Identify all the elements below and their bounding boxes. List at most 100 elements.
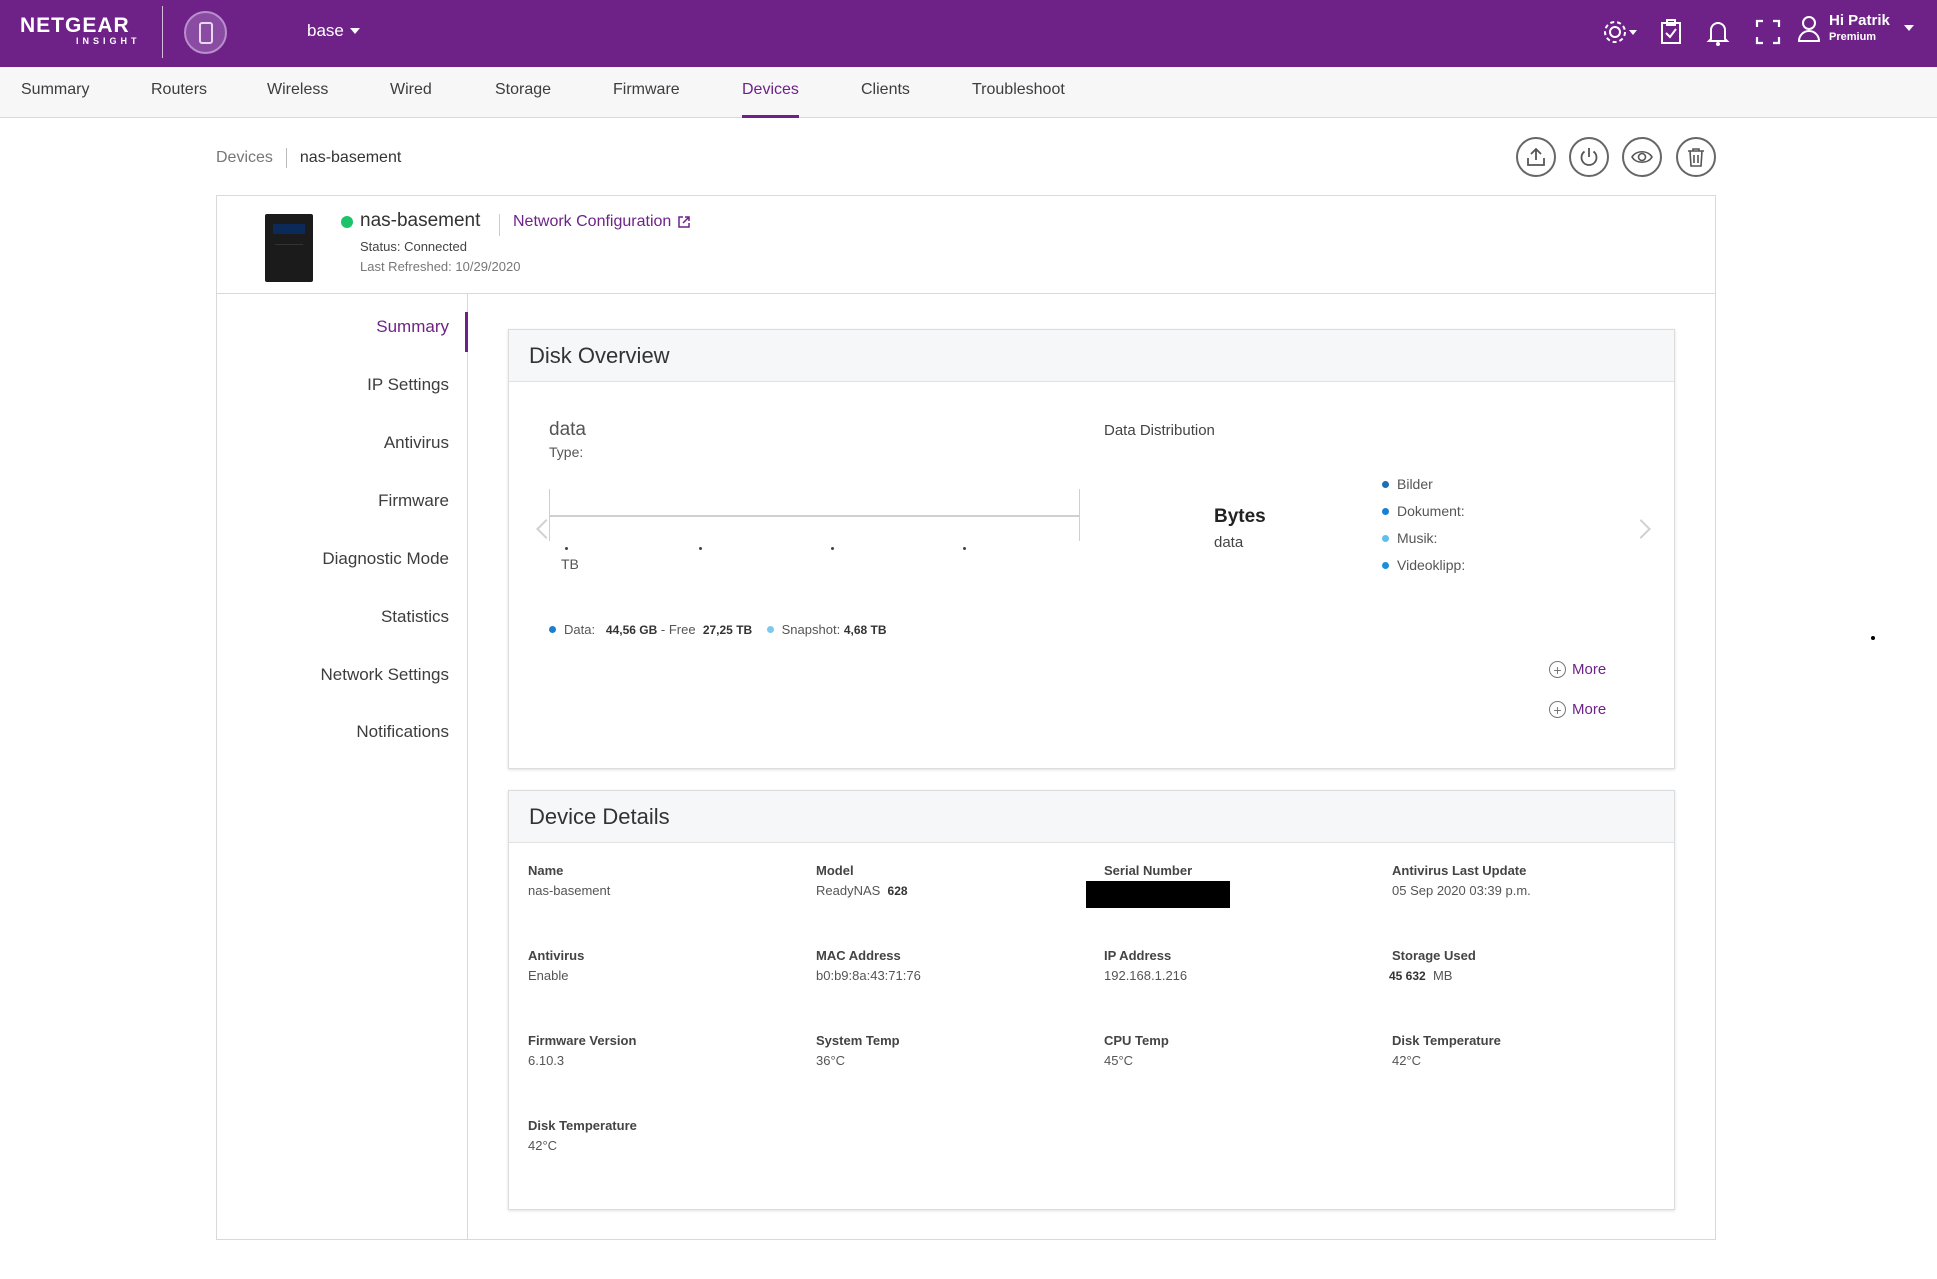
detail-value-storage: 45 632 MB [1389,968,1452,983]
chevron-right-icon[interactable] [1631,519,1651,539]
delete-button[interactable] [1676,137,1716,177]
trash-icon [1688,148,1704,167]
volume-type-label: Type: [549,444,584,460]
more-button[interactable]: + More [1549,701,1606,718]
breadcrumb-devices-link[interactable]: Devices [216,149,273,167]
data-label: Data: [564,622,596,637]
header-divider [499,214,500,236]
device-header: nas-basement Network Configuration Statu… [217,196,1715,294]
detail-label-ip: IP Address [1104,948,1172,963]
tab-storage[interactable]: Storage [495,81,551,118]
user-greeting: Hi Patrik [1829,12,1890,29]
chevron-left-icon[interactable] [536,519,556,539]
fullscreen-icon[interactable] [1755,17,1781,47]
detail-label-storage: Storage Used [1392,948,1476,963]
model-number: 628 [887,884,908,898]
detail-value-name: nas-basement [528,883,611,898]
detail-label-av-update: Antivirus Last Update [1392,863,1527,878]
plus-circle-icon: + [1549,661,1566,678]
side-item-statistics[interactable]: Statistics [381,607,449,627]
side-item-notifications[interactable]: Notifications [356,722,449,742]
tab-devices[interactable]: Devices [742,81,799,118]
plus-circle-icon: + [1549,701,1566,718]
legend-dot [1382,534,1389,542]
user-icon [1797,15,1821,42]
disk-overview-title: Disk Overview [509,330,1674,382]
netgear-insight-logo[interactable]: NETGEAR INSIGHT [20,14,141,46]
more-label: More [1572,701,1607,718]
active-indicator [465,312,468,352]
external-link-icon [678,216,691,228]
detail-value-system-temp: 36°C [816,1053,846,1068]
detail-label-cpu-temp: CPU Temp [1104,1033,1169,1048]
breadcrumb-current: nas-basement [299,149,402,166]
device-status: Status: Connected [360,239,467,254]
legend-label: Musik: [1397,530,1438,546]
legend-item: Bilder [1382,476,1433,492]
gear-icon[interactable] [1602,17,1638,47]
axis-tick [831,547,834,550]
legend-item: Videoklipp: [1382,557,1465,573]
legend-label: Dokument: [1397,503,1465,519]
network-configuration-link[interactable]: Network Configuration [513,213,691,231]
tab-routers[interactable]: Routers [151,81,207,118]
disk-overview-card: Disk Overview data Type: TB Data: 44,56 … [508,329,1675,769]
side-item-diagnostic-mode[interactable]: Diagnostic Mode [322,549,449,569]
detail-value-disk-temp: 42°C [1392,1053,1422,1068]
side-item-ip-settings[interactable]: IP Settings [367,375,449,395]
breadcrumb-separator [285,148,287,168]
network-configuration-label: Network Configuration [513,213,672,230]
device-details-title: Device Details [509,791,1674,843]
user-tier: Premium [1829,31,1877,43]
brand-name: NETGEAR [20,14,130,37]
snapshot-label: Snapshot: [781,622,841,637]
last-refreshed: Last Refreshed: 10/29/2020 [360,259,521,274]
serial-redaction [1086,881,1230,908]
chevron-down-icon [349,28,360,34]
free-value: 27,25 TB [702,622,753,637]
tab-summary[interactable]: Summary [21,81,89,118]
usage-bar-axis [549,515,1079,517]
chevron-down-icon [1903,24,1914,31]
side-item-antivirus[interactable]: Antivirus [384,433,449,453]
data-value: 44,56 GB [605,622,658,637]
side-item-summary[interactable]: Summary [376,317,449,337]
usage-legend: Data: 44,56 GB - Free 27,25 TB Snapshot:… [549,622,887,637]
status-online-dot [341,216,353,228]
distribution-center-title: Bytes [1214,506,1266,527]
side-item-network-settings[interactable]: Network Settings [321,665,450,685]
free-label: - Free [660,622,696,637]
distribution-center-sub: data [1214,534,1244,551]
user-menu[interactable]: Hi Patrik Premium [1797,12,1914,43]
reboot-button[interactable] [1569,137,1609,177]
device-name: nas-basement [360,210,481,231]
detail-label-firmware: Firmware Version [528,1033,637,1048]
site-device-icon[interactable] [184,11,227,54]
tab-clients[interactable]: Clients [861,81,910,118]
tab-troubleshoot[interactable]: Troubleshoot [972,81,1065,118]
data-distribution-title: Data Distribution [1104,422,1215,439]
tab-wireless[interactable]: Wireless [267,81,328,118]
tab-firmware[interactable]: Firmware [613,81,680,118]
main-nav: Summary Routers Wireless Wired Storage F… [0,67,1937,118]
device-details-card: Device Details [508,790,1675,1210]
export-button[interactable] [1516,137,1556,177]
axis-tick [565,547,568,550]
upload-icon [1527,147,1545,166]
detail-value-mac: b0:b9:8a:43:71:76 [816,968,921,983]
axis-tick [963,547,966,550]
detail-label-name: Name [528,863,564,878]
side-item-firmware[interactable]: Firmware [378,491,449,511]
detail-value-model: ReadyNAS 628 [816,883,908,898]
detail-value-cpu-temp: 45°C [1104,1053,1134,1068]
storage-unit: MB [1432,968,1453,983]
clipboard-check-icon[interactable] [1659,17,1683,47]
site-selector[interactable]: base [307,21,360,41]
legend-dot [1382,480,1389,488]
more-button[interactable]: + More [1549,661,1606,678]
bell-icon[interactable] [1706,17,1730,47]
detail-value-ip: 192.168.1.216 [1104,968,1188,983]
usage-bar-start [549,489,550,541]
tab-wired[interactable]: Wired [390,81,432,118]
locate-button[interactable] [1622,137,1662,177]
